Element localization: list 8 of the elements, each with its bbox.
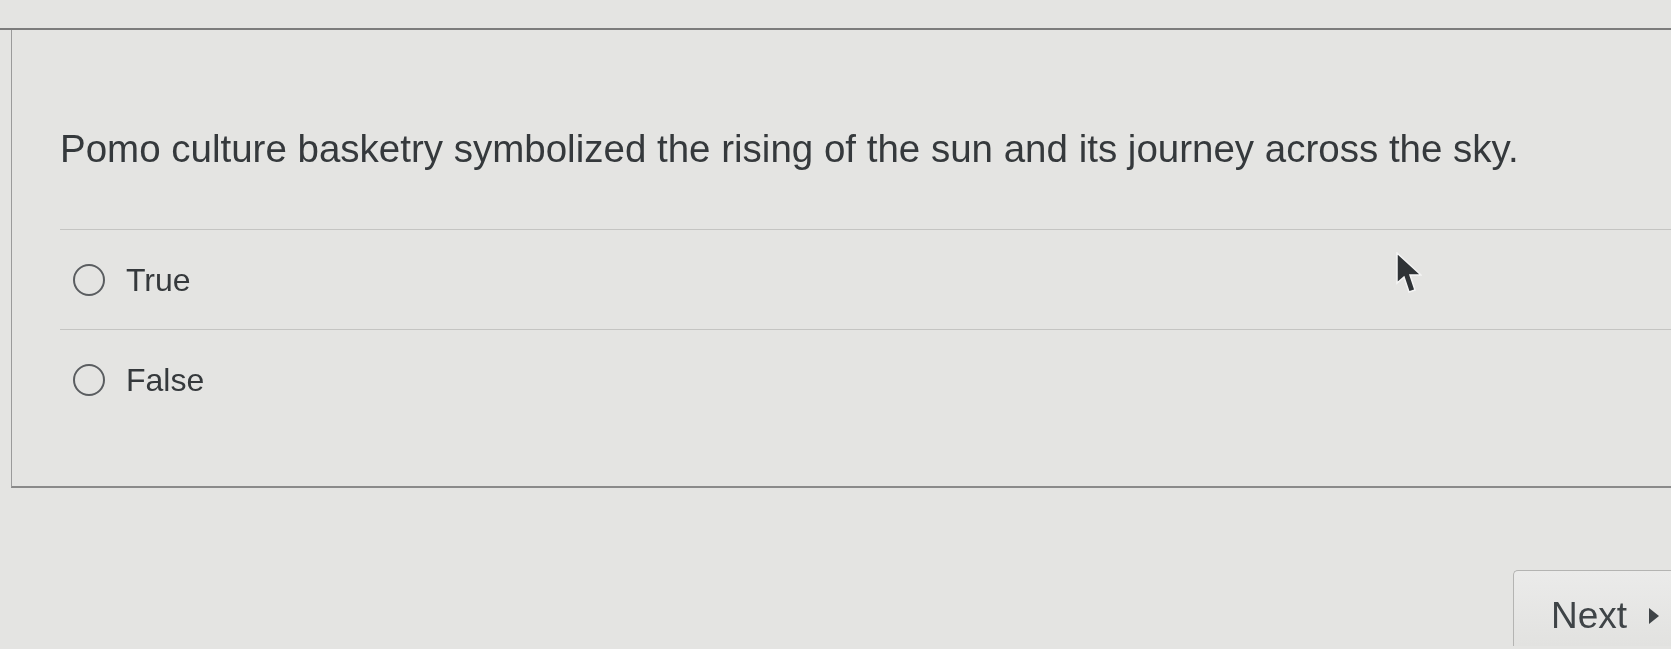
option-label[interactable]: True — [126, 259, 191, 300]
radio-button[interactable] — [73, 263, 105, 296]
next-button[interactable]: Next — [1513, 570, 1671, 646]
question-text: Pomo culture basketry symbolized the rising of the sun and its journey across the sky. — [59, 126, 1520, 172]
radio-button[interactable] — [73, 363, 105, 396]
cursor-icon — [1396, 252, 1422, 293]
option-label[interactable]: False — [126, 359, 205, 400]
caret-right-icon — [1649, 608, 1660, 624]
